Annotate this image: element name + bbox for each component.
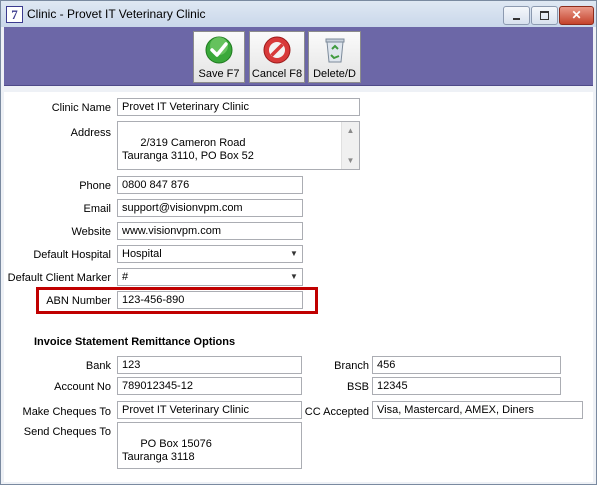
checkmark-icon: [205, 36, 233, 64]
branch-label: Branch: [334, 360, 369, 372]
default-client-marker-select[interactable]: # ▼: [117, 268, 303, 286]
branch-field[interactable]: 456: [372, 356, 561, 374]
clinic-name-field[interactable]: Provet IT Veterinary Clinic: [117, 98, 360, 116]
address-text: 2/319 Cameron Road Tauranga 3110, PO Box…: [122, 137, 254, 162]
close-button[interactable]: ✕: [559, 6, 594, 25]
account-no-field[interactable]: 789012345-12: [117, 377, 302, 395]
email-label: Email: [83, 203, 111, 215]
maximize-button[interactable]: [531, 6, 558, 25]
maximize-icon: [540, 11, 549, 20]
send-cheques-to-field[interactable]: PO Box 15076 Tauranga 3118: [117, 422, 302, 469]
close-icon: ✕: [571, 8, 582, 22]
default-client-marker-label: Default Client Marker: [7, 272, 111, 284]
clinic-form: Clinic Name Provet IT Veterinary Clinic …: [4, 92, 593, 482]
window-title: Clinic - Provet IT Veterinary Clinic: [27, 7, 206, 21]
website-label: Website: [71, 226, 111, 238]
email-field[interactable]: support@visionvpm.com: [117, 199, 303, 217]
address-label: Address: [70, 127, 111, 139]
default-hospital-select[interactable]: Hospital ▼: [117, 245, 303, 263]
abn-number-field[interactable]: 123-456-890: [117, 291, 303, 309]
scroll-down-icon[interactable]: ▼: [342, 152, 359, 169]
clinic-name-label: Clinic Name: [51, 102, 111, 114]
cc-accepted-label: CC Accepted: [304, 406, 369, 418]
clinic-window: 7 Clinic - Provet IT Veterinary Clinic ✕…: [0, 0, 597, 485]
app-icon: 7: [6, 6, 23, 23]
minimize-icon: [513, 18, 520, 20]
cancel-button[interactable]: Cancel F8: [249, 31, 305, 83]
dropdown-arrow-icon[interactable]: ▼: [286, 246, 302, 262]
save-button[interactable]: Save F7: [193, 31, 245, 83]
title-bar: 7 Clinic - Provet IT Veterinary Clinic ✕: [1, 1, 596, 27]
bsb-field[interactable]: 12345: [372, 377, 561, 395]
toolbar: Save F7 Cancel F8 Delete/D: [4, 27, 593, 86]
minimize-button[interactable]: [503, 6, 530, 25]
prohibited-icon: [263, 36, 291, 64]
cancel-label: Cancel F8: [251, 68, 303, 80]
invoice-section-title: Invoice Statement Remittance Options: [34, 336, 236, 348]
make-cheques-to-field[interactable]: Provet IT Veterinary Clinic: [117, 401, 302, 419]
account-no-label: Account No: [54, 381, 111, 393]
bsb-label: BSB: [346, 381, 369, 393]
recycle-bin-icon: [325, 38, 344, 63]
dropdown-arrow-icon[interactable]: ▼: [286, 269, 302, 285]
default-hospital-value: Hospital: [122, 248, 162, 260]
bank-field[interactable]: 123: [117, 356, 302, 374]
address-field[interactable]: 2/319 Cameron Road Tauranga 3110, PO Box…: [117, 121, 360, 170]
cc-accepted-field[interactable]: Visa, Mastercard, AMEX, Diners: [372, 401, 583, 419]
delete-label: Delete/D: [313, 68, 356, 80]
abn-number-label: ABN Number: [46, 295, 111, 307]
send-cheques-to-text: PO Box 15076 Tauranga 3118: [122, 438, 212, 463]
address-scrollbar[interactable]: ▲ ▼: [341, 122, 359, 169]
phone-label: Phone: [79, 180, 111, 192]
make-cheques-to-label: Make Cheques To: [22, 406, 111, 418]
default-hospital-label: Default Hospital: [33, 249, 111, 261]
send-cheques-to-label: Send Cheques To: [23, 426, 111, 438]
default-client-marker-value: #: [122, 271, 129, 283]
website-field[interactable]: www.visionvpm.com: [117, 222, 303, 240]
scroll-up-icon[interactable]: ▲: [342, 122, 359, 139]
phone-field[interactable]: 0800 847 876: [117, 176, 303, 194]
save-label: Save F7: [198, 68, 240, 80]
delete-button[interactable]: Delete/D: [308, 31, 361, 83]
bank-label: Bank: [85, 360, 111, 372]
